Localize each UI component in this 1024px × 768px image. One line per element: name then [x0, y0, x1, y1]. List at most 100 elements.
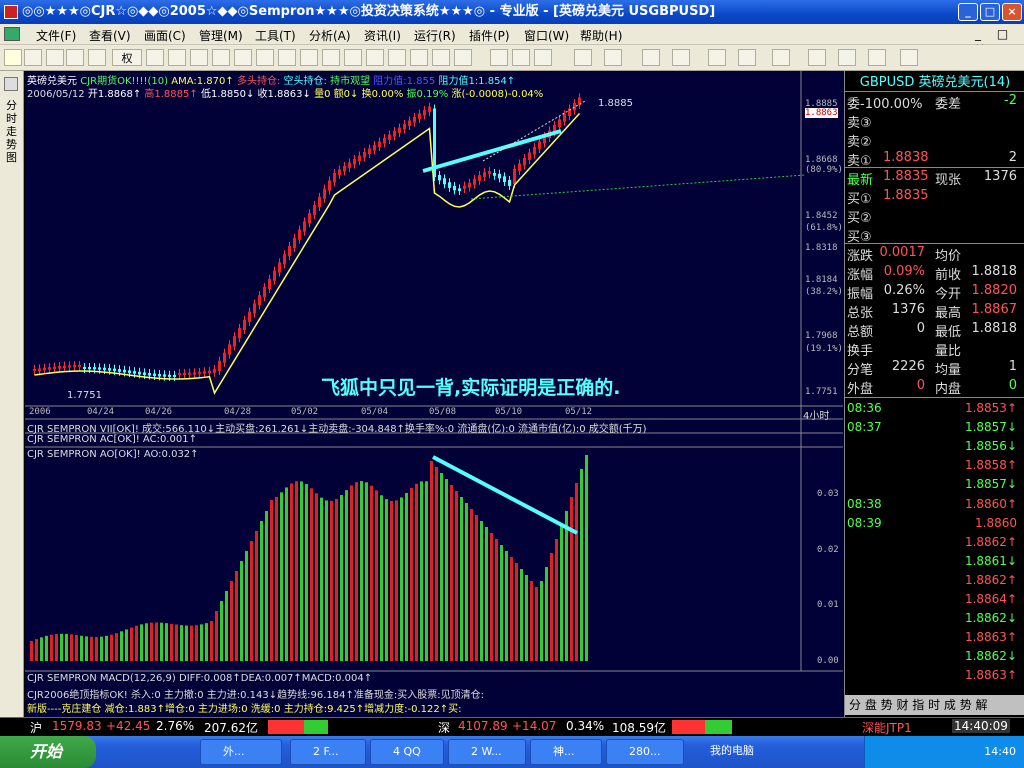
taskbar-item[interactable]: 神... [530, 739, 602, 765]
candle-body [138, 371, 141, 375]
arrow-left-icon[interactable] [88, 49, 106, 66]
zoom-out-icon[interactable] [168, 49, 186, 66]
maximize-button[interactable]: □ [980, 3, 1000, 21]
open-icon[interactable] [4, 49, 22, 66]
menu-canvas[interactable]: 画面(C) [144, 27, 186, 44]
price-tick: (38.2%) [805, 287, 843, 297]
candle-body [213, 369, 216, 373]
table-icon[interactable] [212, 49, 230, 66]
ao-bar [580, 469, 583, 661]
ellipse-tool-icon[interactable] [738, 49, 756, 66]
high-price-label: 1.8885 [598, 98, 633, 109]
trend-line [422, 129, 562, 173]
candle-body [168, 374, 171, 377]
grid-icon[interactable] [190, 49, 208, 66]
minimize-button[interactable]: _ [958, 3, 978, 21]
menu-manage[interactable]: 管理(M) [199, 27, 243, 44]
ao-bar [315, 493, 318, 661]
menu-view[interactable]: 查看(V) [89, 27, 131, 44]
arrow-tool-icon[interactable] [808, 49, 826, 66]
candle-body [468, 182, 471, 188]
start-button[interactable]: 开始 [0, 736, 96, 768]
line-tool-icon[interactable] [512, 49, 530, 66]
ao-bar [90, 636, 93, 661]
price-tick: 1.8668 [805, 155, 838, 165]
candle-body [383, 138, 386, 144]
gann-tool-icon[interactable] [672, 49, 690, 66]
stat-row: 分笔 2226 均量 1 [847, 359, 1017, 378]
notepad-icon[interactable] [366, 49, 384, 66]
ao-bar [70, 634, 73, 661]
taskbar-item[interactable]: 外... [200, 739, 282, 765]
pen-icon[interactable] [344, 49, 362, 66]
color-icon[interactable] [838, 49, 856, 66]
taskbar-item[interactable]: 2 F... [290, 739, 366, 765]
taskbar-item[interactable]: 4 QQ [370, 739, 444, 765]
candle-body [108, 368, 111, 371]
candle-body [403, 124, 406, 130]
candle-body [523, 158, 526, 166]
menu-help[interactable]: 帮助(H) [580, 27, 622, 44]
candle-body [303, 221, 306, 232]
ma-line [34, 112, 581, 395]
ray-tool-icon[interactable] [534, 49, 552, 66]
candle-body [173, 374, 176, 377]
price-tick: 1.7751 [805, 387, 838, 397]
channel-tool-icon[interactable] [642, 49, 660, 66]
alert-icon[interactable] [300, 49, 318, 66]
candle-body [48, 367, 51, 370]
fan-tool-icon[interactable] [604, 49, 622, 66]
crosshair-icon[interactable] [66, 49, 84, 66]
vlines-tool-icon[interactable] [574, 49, 592, 66]
rsi-icon[interactable] [46, 49, 64, 66]
menu-window[interactable]: 窗口(W) [524, 27, 569, 44]
candle-body [228, 344, 231, 355]
weight-select[interactable]: 权 [112, 49, 142, 66]
pointer-icon[interactable] [490, 49, 508, 66]
period-label[interactable]: 4小时 [803, 407, 829, 422]
hammer-icon[interactable] [4, 77, 18, 91]
sell-row: 卖② [847, 135, 872, 150]
zoom-in-icon[interactable] [146, 49, 164, 66]
tile-icon[interactable] [454, 49, 472, 66]
print-icon[interactable] [24, 49, 42, 66]
ao-bar [385, 499, 388, 661]
window-title: ◎◎★★★◎CJR☆◎◆◆◎2005☆◆◆◎Sempron★★★◎投资决策系统★… [22, 4, 716, 19]
sidebar-tab-intraday[interactable]: 分时走势图 [6, 99, 18, 164]
menu-file[interactable]: 文件(F) [36, 27, 76, 44]
rect-tool-icon[interactable] [708, 49, 726, 66]
ao-bar [560, 525, 563, 661]
chart-icon[interactable] [234, 49, 252, 66]
compass-icon[interactable] [278, 49, 296, 66]
indicator-ao: CJR SEMPRON AO[OK]! AO:0.032↑ [27, 449, 199, 460]
search-icon[interactable] [256, 49, 274, 66]
text-tool-icon[interactable] [772, 49, 790, 66]
calendar-icon[interactable] [388, 49, 406, 66]
taskbar-item[interactable]: 我的电脑 [688, 739, 758, 765]
formula-icon[interactable] [322, 49, 340, 66]
close-button[interactable]: × [1002, 3, 1022, 21]
toolbar: 权 [0, 45, 1024, 71]
save-icon[interactable] [900, 49, 918, 66]
ao-bar [345, 490, 348, 661]
ao-bar [390, 500, 393, 661]
taskbar-item[interactable]: 2 W... [448, 739, 526, 765]
ao-bar [520, 569, 523, 661]
window-icon[interactable] [410, 49, 428, 66]
linestyle-icon[interactable] [868, 49, 886, 66]
chart-area[interactable]: 英磅兑美元 CJR期货OK!!!!(10) AMA:1.870↑ 多头持仓: 空… [25, 71, 843, 717]
menu-analysis[interactable]: 分析(A) [309, 27, 351, 44]
menu-info[interactable]: 资讯(I) [364, 27, 401, 44]
ao-bar [175, 624, 178, 661]
board-icon[interactable] [432, 49, 450, 66]
bottom-tabs[interactable]: 分 盘 势 财 指 时 成 势 解 [845, 695, 1024, 715]
candle-body [233, 336, 236, 347]
module-label[interactable]: 深能JTP1 [862, 719, 912, 736]
taskbar-item[interactable]: 280... [606, 739, 684, 765]
menu-run[interactable]: 运行(R) [414, 27, 456, 44]
candle-body [33, 369, 36, 371]
menu-plugin[interactable]: 插件(P) [469, 27, 510, 44]
ao-tick: 0.00 [817, 656, 839, 666]
candle-body [563, 114, 566, 122]
menu-tools[interactable]: 工具(T) [255, 27, 296, 44]
